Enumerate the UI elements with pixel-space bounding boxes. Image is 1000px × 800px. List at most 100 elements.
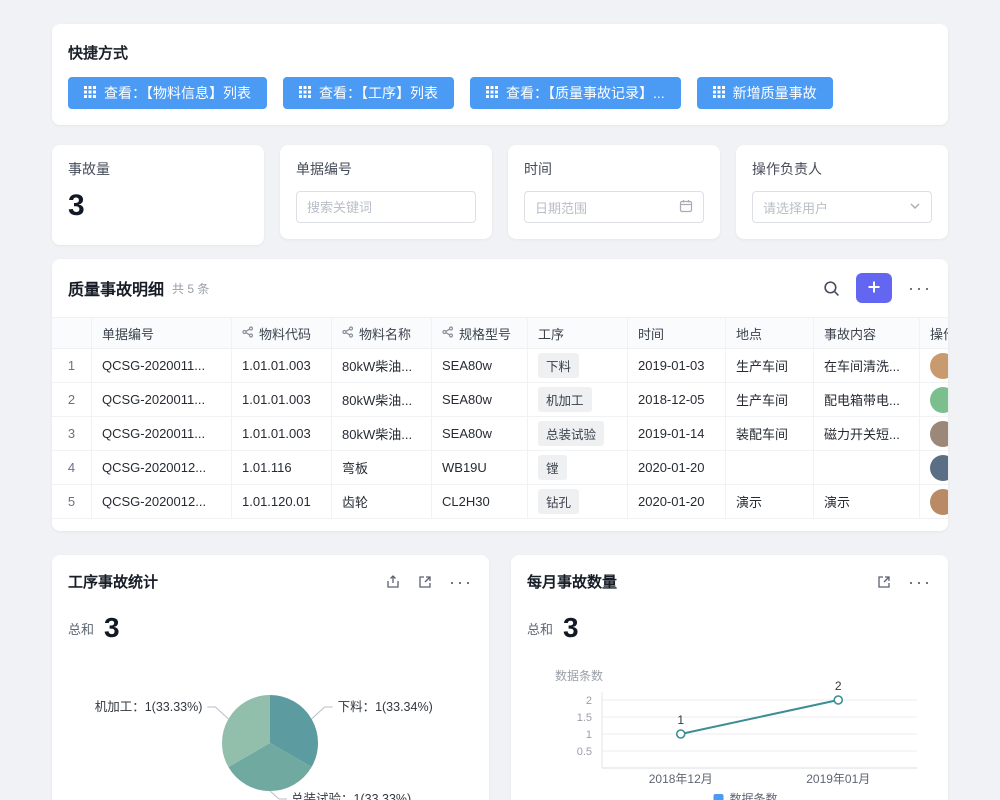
process-cell: 镗 <box>528 451 628 484</box>
doc-no-cell: QCSG-2020012... <box>92 451 232 484</box>
svg-text:1: 1 <box>677 713 684 727</box>
shortcut-view-quality-records-button[interactable]: 查看：【质量事故记录】... <box>470 77 681 109</box>
shortcut-buttons-row: 查看：【物料信息】列表 查看：【工序】列表 查看：【质量事故记录】... 新增质… <box>68 77 932 109</box>
place-cell: 演示 <box>726 485 814 518</box>
material-name-cell: 齿轮 <box>332 485 432 518</box>
material-name-cell: 80kW柴油... <box>332 383 432 416</box>
col-header-index <box>52 318 92 348</box>
row-index: 2 <box>52 383 92 416</box>
open-in-new-icon[interactable] <box>417 574 433 590</box>
chevron-down-icon <box>909 200 921 215</box>
col-header-material-code: 物料代码 <box>232 318 332 348</box>
line-total-label: 总和 <box>527 619 553 638</box>
table-card-header: 质量事故明细 共 5 条 ··· <box>52 259 948 317</box>
grid-icon <box>713 85 725 101</box>
place-cell: 生产车间 <box>726 349 814 382</box>
material-code-cell: 1.01.01.003 <box>232 383 332 416</box>
search-icon[interactable] <box>823 280 840 297</box>
place-cell: 生产车间 <box>726 383 814 416</box>
shortcut-button-label: 查看：【物料信息】列表 <box>104 83 251 103</box>
content-cell <box>814 451 920 484</box>
operator-select[interactable]: 请选择用户 <box>752 191 932 223</box>
open-in-new-icon[interactable] <box>876 574 892 590</box>
line-chart-title: 每月事故数量 <box>527 571 617 592</box>
table-row[interactable]: 5 QCSG-2020012... 1.01.120.01 齿轮 CL2H30 … <box>52 485 948 519</box>
row-index: 1 <box>52 349 92 382</box>
process-accident-stats-card: 工序事故统计 ··· 总和 3 下料：1(33.34%)总装试验：1(33.33… <box>52 555 489 800</box>
spec-cell: SEA80w <box>432 417 528 450</box>
process-cell: 总装试验 <box>528 417 628 450</box>
more-menu-icon[interactable]: ··· <box>908 573 932 591</box>
svg-text:2: 2 <box>586 695 592 707</box>
avatar <box>930 421 948 447</box>
row-index: 5 <box>52 485 92 518</box>
material-name-cell: 弯板 <box>332 451 432 484</box>
table-title: 质量事故明细 <box>68 276 164 300</box>
shortcut-view-material-list-button[interactable]: 查看：【物料信息】列表 <box>68 77 267 109</box>
doc-no-cell: QCSG-2020011... <box>92 383 232 416</box>
col-header-doc-no: 单据编号 <box>92 318 232 348</box>
link-icon <box>342 326 354 341</box>
place-cell <box>726 451 814 484</box>
monthly-accident-count-card: 每月事故数量 ··· 总和 3 数据条数0.511.5212018年12月220… <box>511 555 948 800</box>
shortcut-button-label: 新增质量事故 <box>733 83 817 103</box>
spec-cell: SEA80w <box>432 349 528 382</box>
accident-count-value: 3 <box>68 191 248 229</box>
shortcut-view-process-list-button[interactable]: 查看：【工序】列表 <box>283 77 454 109</box>
row-index: 3 <box>52 417 92 450</box>
process-tag: 下料 <box>538 353 579 378</box>
date-range-input[interactable]: 日期范围 <box>524 191 704 223</box>
pie-chart-title: 工序事故统计 <box>68 571 158 592</box>
svg-text:下料：1(33.34%): 下料：1(33.34%) <box>338 700 433 714</box>
content-cell: 演示 <box>814 485 920 518</box>
shortcut-add-quality-accident-button[interactable]: 新增质量事故 <box>697 77 833 109</box>
col-header-time: 时间 <box>628 318 726 348</box>
export-icon[interactable] <box>385 574 401 590</box>
table-scroll-area[interactable]: 单据编号 物料代码 物料名称 规格型号 工序 时间 地点 事故内容 操作负责人 … <box>52 317 948 519</box>
col-header-material-name: 物料名称 <box>332 318 432 348</box>
svg-text:0.5: 0.5 <box>577 746 592 758</box>
filters-row: 事故量 3 单据编号 时间 日期范围 操作负责人 请选择用户 <box>52 145 948 245</box>
shortcut-button-label: 查看：【质量事故记录】... <box>506 83 665 103</box>
col-header-content: 事故内容 <box>814 318 920 348</box>
pie-card-actions: ··· <box>385 573 473 591</box>
add-record-button[interactable] <box>856 273 892 303</box>
material-name-cell: 80kW柴油... <box>332 349 432 382</box>
avatar <box>930 455 948 481</box>
content-cell: 在车间清洗... <box>814 349 920 382</box>
table-row[interactable]: 1 QCSG-2020011... 1.01.01.003 80kW柴油... … <box>52 349 948 383</box>
doc-no-filter-label: 单据编号 <box>296 159 476 179</box>
process-tag: 镗 <box>538 455 567 480</box>
accident-count-card: 事故量 3 <box>52 145 264 245</box>
pie-card-header: 工序事故统计 ··· <box>52 555 489 592</box>
accident-table: 单据编号 物料代码 物料名称 规格型号 工序 时间 地点 事故内容 操作负责人 … <box>52 317 948 519</box>
pie-total-row: 总和 3 <box>52 614 489 642</box>
more-menu-icon[interactable]: ··· <box>449 573 473 591</box>
spec-cell: SEA80w <box>432 383 528 416</box>
more-menu-icon[interactable]: ··· <box>908 279 932 297</box>
svg-text:2: 2 <box>835 679 842 693</box>
pie-total-label: 总和 <box>68 619 94 638</box>
col-header-operator: 操作负责人 <box>920 318 948 348</box>
table-actions: ··· <box>823 273 932 303</box>
doc-no-cell: QCSG-2020012... <box>92 485 232 518</box>
material-code-cell: 1.01.116 <box>232 451 332 484</box>
link-icon <box>242 326 254 341</box>
line-card-actions: ··· <box>876 573 932 591</box>
table-row[interactable]: 3 QCSG-2020011... 1.01.01.003 80kW柴油... … <box>52 417 948 451</box>
table-header-row: 单据编号 物料代码 物料名称 规格型号 工序 时间 地点 事故内容 操作负责人 <box>52 317 948 349</box>
process-cell: 钻孔 <box>528 485 628 518</box>
table-row[interactable]: 4 QCSG-2020012... 1.01.116 弯板 WB19U 镗 20… <box>52 451 948 485</box>
table-row[interactable]: 2 QCSG-2020011... 1.01.01.003 80kW柴油... … <box>52 383 948 417</box>
shortcuts-title: 快捷方式 <box>68 38 932 77</box>
col-header-spec: 规格型号 <box>432 318 528 348</box>
line-card-header: 每月事故数量 ··· <box>511 555 948 592</box>
operator-cell <box>920 349 948 382</box>
material-code-cell: 1.01.01.003 <box>232 417 332 450</box>
svg-text:1: 1 <box>586 729 592 741</box>
avatar <box>930 489 948 515</box>
operator-filter-card: 操作负责人 请选择用户 <box>736 145 948 239</box>
doc-no-search-input[interactable] <box>296 191 476 223</box>
svg-text:2018年12月: 2018年12月 <box>649 772 713 786</box>
material-name-cell: 80kW柴油... <box>332 417 432 450</box>
